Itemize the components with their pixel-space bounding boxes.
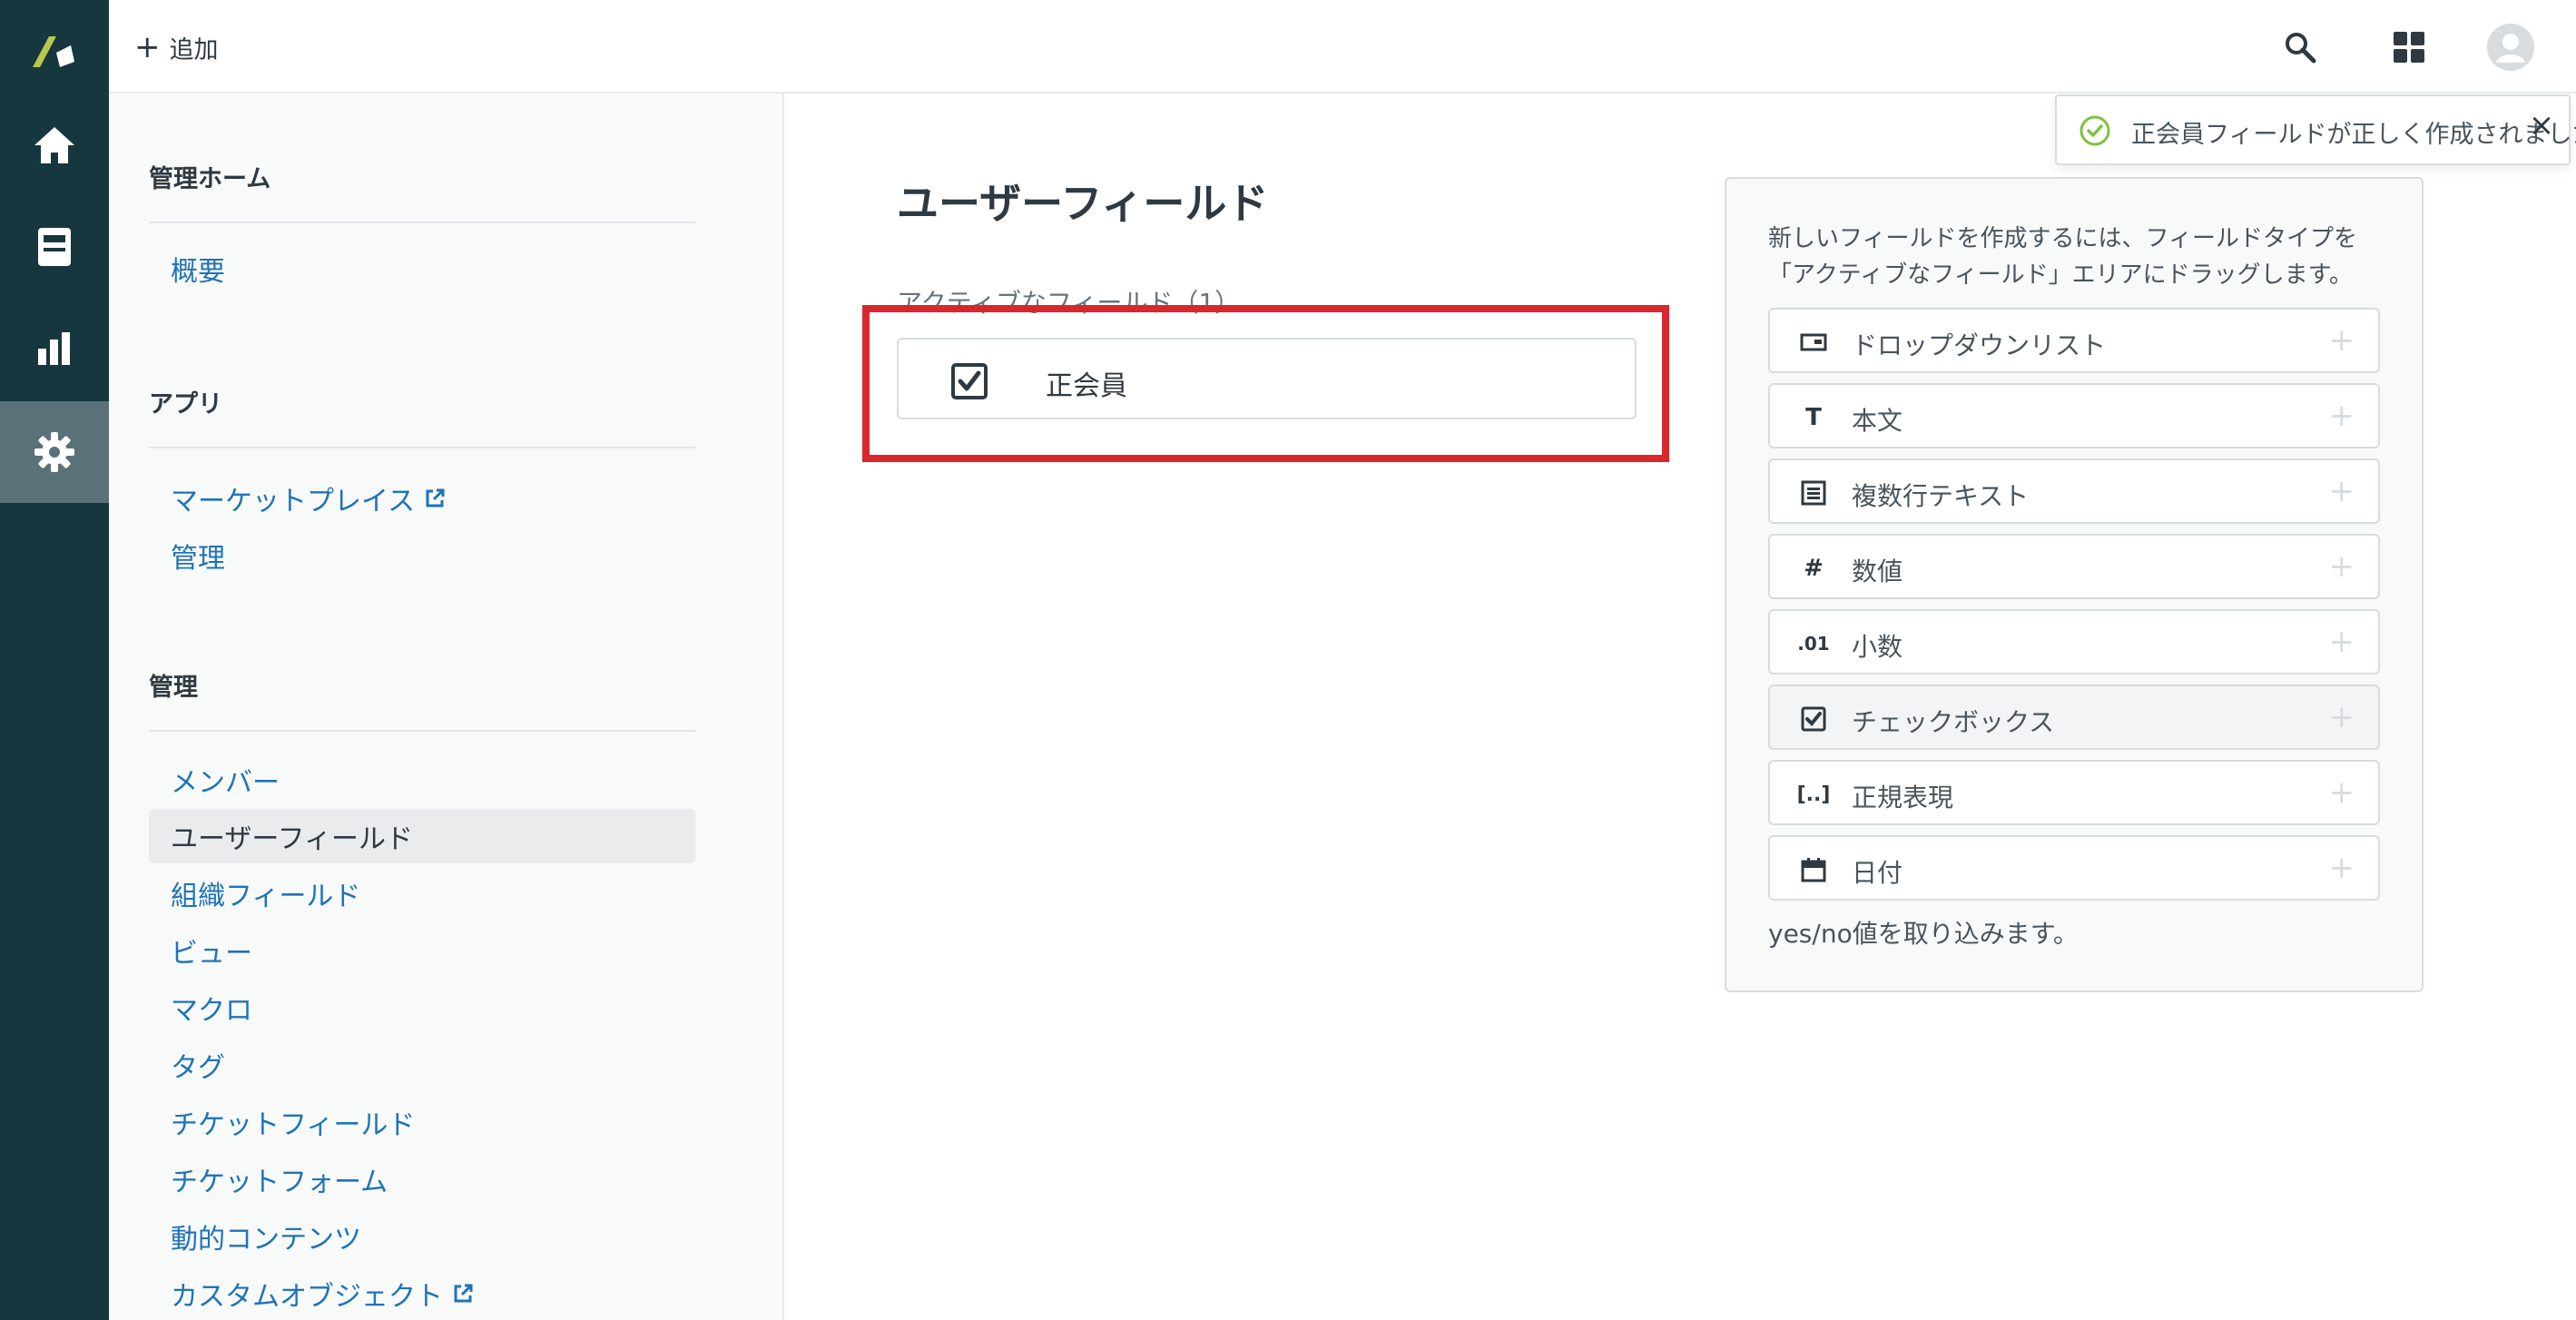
highlight-annotation <box>862 305 1669 462</box>
nav-heading-admin-home: 管理ホーム <box>149 165 271 193</box>
add-button[interactable]: + 追加 <box>134 29 219 65</box>
nav-link-label: 動的コンテンツ <box>171 1224 361 1256</box>
field-type-label: チェックボックス <box>1852 707 2055 737</box>
nav-link-label: チケットフォーム <box>171 1167 388 1198</box>
close-icon[interactable]: × <box>2523 107 2560 143</box>
add-field-plus-icon: + <box>2328 624 2355 660</box>
avatar-icon <box>2487 24 2534 71</box>
zendesk-logo[interactable] <box>0 0 109 102</box>
decimal-icon: .01 <box>1797 633 1830 655</box>
nav-link-ticket-fields[interactable]: チケットフィールド <box>149 1095 695 1149</box>
nav-link-user-fields[interactable]: ユーザーフィールド <box>149 809 695 863</box>
nav-link-organization-fields[interactable]: 組織フィールド <box>149 866 695 921</box>
field-type-label: 日付 <box>1852 858 1903 888</box>
multiline-icon <box>1797 477 1830 509</box>
nav-link-label: マクロ <box>171 995 252 1027</box>
add-field-plus-icon: + <box>2328 398 2355 434</box>
success-toast: 正会員フィールドが正しく作成されました × <box>2055 94 2576 165</box>
success-check-icon <box>2079 114 2111 151</box>
field-type-multiline[interactable]: 複数行テキスト + <box>1768 458 2380 524</box>
top-bar: + 追加 <box>109 0 2576 94</box>
apps-grid-icon <box>2394 32 2424 63</box>
external-link-icon <box>426 488 445 507</box>
field-type-label: ドロップダウンリスト <box>1852 330 2107 360</box>
zendesk-logo-icon <box>33 36 74 67</box>
nav-link-label: 概要 <box>171 256 225 288</box>
add-button-label: 追加 <box>169 35 219 64</box>
nav-link-ticket-forms[interactable]: チケットフォーム <box>149 1152 695 1207</box>
field-type-label: 本文 <box>1852 406 1903 436</box>
bar-chart-icon <box>38 332 70 365</box>
field-type-label: 数値 <box>1852 557 1903 586</box>
field-type-number[interactable]: # 数値 + <box>1768 534 2380 599</box>
field-type-decimal[interactable]: .01 小数 + <box>1768 609 2380 675</box>
user-menu-button[interactable] <box>2483 20 2538 74</box>
nav-link-overview[interactable]: 概要 <box>149 241 695 296</box>
field-type-label: 正規表現 <box>1852 783 1954 813</box>
date-icon <box>1797 853 1830 886</box>
field-type-dropdown[interactable]: ドロップダウンリスト + <box>1768 308 2380 373</box>
apps-button[interactable] <box>2382 20 2436 74</box>
nav-link-label: 管理 <box>171 543 225 575</box>
nav-divider <box>149 222 695 223</box>
field-type-checkbox[interactable]: チェックボックス + <box>1768 685 2380 750</box>
field-type-regex[interactable]: [..] 正規表現 + <box>1768 760 2380 825</box>
field-type-text[interactable]: T 本文 + <box>1768 383 2380 448</box>
plus-icon: + <box>134 29 161 65</box>
admin-sidebar: 管理ホーム 概要 アプリ マーケットプレイス 管理 管理 メンバー ユーザーフィ… <box>109 94 784 1320</box>
field-type-panel: 新しいフィールドを作成するには、フィールドタイプを「アクティブなフィールド」エリ… <box>1725 177 2424 992</box>
nav-divider <box>149 447 695 448</box>
regex-icon: [..] <box>1796 783 1831 806</box>
search-icon <box>2286 33 2316 64</box>
dropdown-icon <box>1797 326 1830 359</box>
nav-divider <box>149 730 695 732</box>
rail-home[interactable] <box>0 94 109 196</box>
nav-link-label: メンバー <box>171 767 280 799</box>
nav-link-label: マーケットプレイス <box>171 486 416 517</box>
nav-link-label: カスタムオブジェクト <box>171 1281 443 1313</box>
nav-link-label: チケットフィールド <box>171 1109 416 1141</box>
add-field-plus-icon: + <box>2328 473 2355 509</box>
field-type-label: 複数行テキスト <box>1852 481 2030 511</box>
nav-link-custom-objects[interactable]: カスタムオブジェクト <box>149 1266 695 1320</box>
add-field-plus-icon: + <box>2328 850 2355 886</box>
home-icon <box>34 127 74 163</box>
add-field-plus-icon: + <box>2328 322 2355 359</box>
text-icon: T <box>1805 404 1822 431</box>
number-icon: # <box>1804 555 1824 582</box>
add-field-plus-icon: + <box>2328 699 2355 735</box>
toast-message: 正会員フィールドが正しく作成されました <box>2131 121 2576 149</box>
page-title: ユーザーフィールド <box>897 179 1269 228</box>
rail-admin[interactable] <box>0 401 109 503</box>
add-field-plus-icon: + <box>2328 548 2355 585</box>
gear-icon <box>34 432 74 472</box>
nav-link-label: 組織フィールド <box>171 881 361 912</box>
field-type-label: 小数 <box>1852 632 1903 662</box>
nav-link-macros[interactable]: マクロ <box>149 980 695 1035</box>
nav-heading-apps: アプリ <box>149 390 222 419</box>
add-field-plus-icon: + <box>2328 774 2355 811</box>
rail-reporting[interactable] <box>0 298 109 399</box>
nav-link-tags[interactable]: タグ <box>149 1038 695 1092</box>
nav-link-label: ビュー <box>171 938 252 970</box>
nav-heading-manage: 管理 <box>149 674 198 702</box>
search-button[interactable] <box>2273 20 2327 74</box>
field-type-date[interactable]: 日付 + <box>1768 835 2380 901</box>
nav-link-label: ユーザーフィールド <box>171 823 413 855</box>
external-link-icon <box>454 1284 473 1303</box>
field-type-hint: yes/no値を取り込みます。 <box>1768 919 2079 949</box>
nav-link-marketplace[interactable]: マーケットプレイス <box>149 471 695 526</box>
nav-link-dynamic-content[interactable]: 動的コンテンツ <box>149 1209 695 1264</box>
nav-link-label: タグ <box>171 1052 225 1084</box>
product-rail <box>0 0 109 1320</box>
nav-link-manage[interactable]: 管理 <box>149 528 695 583</box>
field-type-description: 新しいフィールドを作成するには、フィールドタイプを「アクティブなフィールド」エリ… <box>1768 225 2357 289</box>
rail-views[interactable] <box>0 196 109 298</box>
nav-link-members[interactable]: メンバー <box>149 753 695 807</box>
nav-link-views[interactable]: ビュー <box>149 923 695 978</box>
inbox-icon <box>38 228 71 266</box>
checkbox-icon <box>1797 703 1830 735</box>
